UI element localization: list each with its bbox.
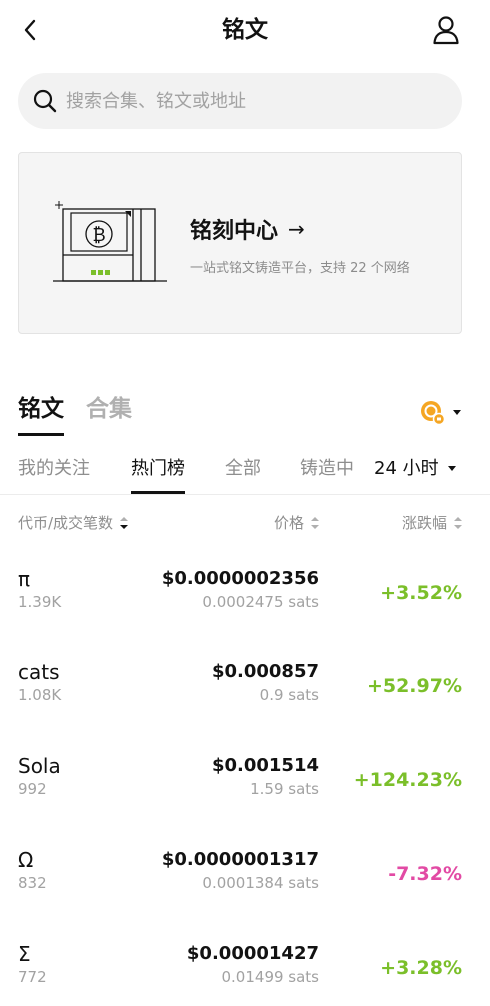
column-header-token-label: 代币/成交笔数	[18, 514, 114, 532]
tab-collections[interactable]: 合集	[86, 392, 132, 436]
token-price-sats: 0.0002475 sats	[202, 593, 319, 611]
sub-tabs: 我的关注 热门榜 全部 铸造中 24 小时	[18, 454, 490, 494]
search-input[interactable]	[66, 90, 446, 112]
user-icon	[433, 16, 459, 45]
subtab-all[interactable]: 全部	[225, 454, 261, 484]
token-price: $0.0000002356	[161, 568, 319, 589]
tab-inscriptions[interactable]: 铭文	[18, 392, 64, 436]
search-icon	[33, 89, 57, 113]
table-row[interactable]: Ω 832 $0.0000001317 0.0001384 sats -7.32…	[0, 847, 490, 927]
profile-button[interactable]	[428, 12, 464, 48]
svg-text:₿: ₿	[92, 225, 105, 246]
trade-count: 1.39K	[18, 593, 62, 611]
price-change: +52.97%	[366, 675, 462, 697]
token-name: cats	[18, 660, 60, 684]
sort-desc-icon	[120, 516, 129, 529]
inscription-center-banner[interactable]: ₿ 铭刻中心 → 一站式铭文铸造平台，支持 22 个网络	[18, 152, 462, 334]
caret-down-icon	[447, 466, 456, 471]
token-price-sats: 1.59 sats	[250, 780, 319, 798]
trade-count: 992	[18, 780, 47, 798]
token-name: Ω	[18, 848, 34, 872]
divider	[0, 494, 490, 495]
subtab-minting[interactable]: 铸造中	[300, 454, 354, 484]
price-change: -7.32%	[388, 863, 462, 885]
column-header-token[interactable]: 代币/成交笔数	[18, 512, 129, 533]
column-header-change-label: 涨跌幅	[401, 514, 447, 532]
subtab-following-label: 我的关注	[18, 458, 90, 479]
price-change: +3.52%	[380, 582, 462, 604]
token-price: $0.001514	[211, 755, 319, 776]
btc-network-icon	[421, 401, 446, 426]
token-price: $0.00001427	[186, 943, 319, 964]
time-filter-label: 24 小时	[374, 458, 439, 479]
table-row[interactable]: π 1.39K $0.0000002356 0.0002475 sats +3.…	[0, 566, 490, 646]
time-filter[interactable]: 24 小时	[374, 454, 457, 484]
token-name: Σ	[18, 942, 31, 966]
sort-icon	[454, 516, 462, 529]
column-header-price[interactable]: 价格	[274, 512, 320, 533]
subtab-all-label: 全部	[225, 458, 261, 479]
token-price-sats: 0.9 sats	[259, 686, 319, 704]
search-bar[interactable]	[18, 73, 462, 129]
column-header-price-label: 价格	[273, 514, 304, 532]
trade-count: 832	[18, 874, 47, 892]
subtab-minting-label: 铸造中	[300, 458, 354, 479]
caret-down-icon	[453, 410, 461, 415]
banner-subtitle: 一站式铭文铸造平台，支持 22 个网络	[190, 261, 410, 276]
subtab-hot-label: 热门榜	[131, 458, 185, 479]
mint-machine-illustration: ₿	[53, 201, 167, 282]
banner-title: 铭刻中心 →	[190, 213, 305, 245]
subtab-following[interactable]: 我的关注	[18, 454, 90, 484]
token-price-sats: 0.01499 sats	[221, 968, 320, 986]
trade-count: 1.08K	[18, 686, 62, 704]
token-price: $0.0000001317	[161, 849, 319, 870]
token-price: $0.000857	[211, 661, 319, 682]
network-selector[interactable]	[420, 400, 462, 426]
price-change: +3.28%	[380, 957, 462, 979]
column-header-change[interactable]: 涨跌幅	[402, 512, 463, 533]
token-price-sats: 0.0001384 sats	[202, 874, 319, 892]
header: 铭文	[0, 0, 490, 60]
table-row[interactable]: cats 1.08K $0.000857 0.9 sats +52.97%	[0, 659, 490, 739]
token-name: π	[18, 567, 31, 591]
page-title: 铭文	[222, 17, 268, 43]
main-tabs: 铭文 合集	[18, 392, 132, 436]
arrow-right-icon: →	[288, 217, 305, 241]
subtab-hot[interactable]: 热门榜	[131, 454, 185, 494]
token-name: Sola	[18, 754, 61, 778]
table-row[interactable]: Sola 992 $0.001514 1.59 sats +124.23%	[0, 753, 490, 833]
sort-icon	[311, 516, 319, 529]
trade-count: 772	[18, 968, 47, 986]
price-change: +124.23%	[353, 769, 462, 791]
banner-title-text: 铭刻中心	[190, 219, 279, 244]
table-row[interactable]: Σ 772 $0.00001427 0.01499 sats +3.28%	[0, 941, 490, 1006]
